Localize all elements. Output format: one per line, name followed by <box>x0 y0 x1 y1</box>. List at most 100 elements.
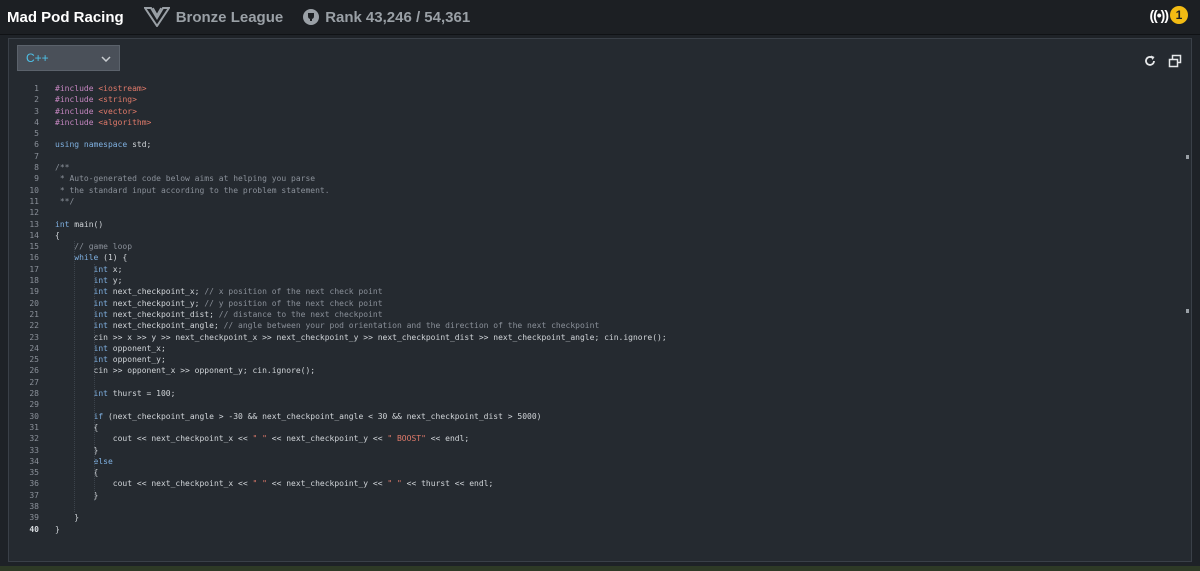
code-token: #include <box>55 117 99 127</box>
code-line[interactable]: 2 #include <string> <box>9 94 1179 105</box>
code-token: { <box>55 422 99 432</box>
code-line[interactable]: 26 cin >> opponent_x >> opponent_y; cin.… <box>9 365 1179 376</box>
line-number: 21 <box>29 309 39 319</box>
detach-editor-button[interactable] <box>1167 53 1183 69</box>
code-text: { <box>55 467 99 478</box>
code-line[interactable]: 8 /** <box>9 162 1179 173</box>
line-number: 17 <box>29 264 39 274</box>
code-token: // y position of the next check point <box>204 298 383 308</box>
code-line[interactable]: 33 } <box>9 445 1179 456</box>
broadcast-icon[interactable]: ((•)) <box>1149 7 1169 23</box>
code-line[interactable]: 16 while (1) { <box>9 252 1179 263</box>
line-number: 32 <box>29 434 39 444</box>
notifications[interactable]: ((•)) 1 <box>1149 6 1188 24</box>
code-line[interactable]: 13 int main() <box>9 219 1179 230</box>
code-line[interactable]: 7 <box>9 151 1179 162</box>
code-text: int next_checkpoint_dist; // distance to… <box>55 309 383 320</box>
code-text: #include <iostream> <box>55 83 147 94</box>
code-line[interactable]: 12 <box>9 207 1179 218</box>
line-number: 31 <box>29 422 39 432</box>
code-line[interactable]: 20 int next_checkpoint_y; // y position … <box>9 298 1179 309</box>
code-line[interactable]: 35 { <box>9 467 1179 478</box>
code-token: int <box>55 264 113 274</box>
code-line[interactable]: 9 * Auto-generated code below aims at he… <box>9 173 1179 184</box>
code-line[interactable]: 19 int next_checkpoint_x; // x position … <box>9 286 1179 297</box>
code-text: if (next_checkpoint_angle > -30 && next_… <box>55 411 542 422</box>
code-line[interactable]: 32 cout << next_checkpoint_x << " " << n… <box>9 433 1179 444</box>
line-number: 13 <box>29 219 39 229</box>
code-line[interactable]: 1 #include <iostream> <box>9 83 1179 94</box>
line-number: 14 <box>29 230 39 240</box>
external-window-icon <box>1168 54 1182 68</box>
code-line[interactable]: 6 using namespace std; <box>9 139 1179 150</box>
code-token: next_checkpoint_x; <box>112 287 205 297</box>
code-text: } <box>55 512 79 523</box>
line-number: 33 <box>29 445 39 455</box>
code-line[interactable]: 29 <box>9 399 1179 410</box>
code-line[interactable]: 21 int next_checkpoint_dist; // distance… <box>9 309 1179 320</box>
language-label: C++ <box>26 51 49 65</box>
code-line[interactable]: 18 int y; <box>9 275 1179 286</box>
line-number: 16 <box>29 253 39 263</box>
code-line[interactable]: 5 <box>9 128 1179 139</box>
code-line[interactable]: 22 int next_checkpoint_angle; // angle b… <box>9 320 1179 331</box>
line-number: 35 <box>29 468 39 478</box>
code-token: y; <box>112 276 123 286</box>
code-token: int <box>55 276 113 286</box>
code-line[interactable]: 39 } <box>9 512 1179 523</box>
code-token: opponent_x; <box>112 343 166 353</box>
code-token: } <box>55 445 99 455</box>
code-line[interactable]: 27 <box>9 377 1179 388</box>
code-token: " " <box>387 479 402 489</box>
code-token: /** <box>55 163 70 173</box>
code-token: // x position of the next check point <box>204 287 383 297</box>
code-line[interactable]: 17 int x; <box>9 264 1179 275</box>
code-line[interactable]: 23 cin >> x >> y >> next_checkpoint_x >>… <box>9 332 1179 343</box>
code-token: int <box>55 389 113 399</box>
code-text: } <box>55 524 60 535</box>
code-line[interactable]: 40} <box>9 524 1179 535</box>
code-line[interactable]: 10 * the standard input according to the… <box>9 185 1179 196</box>
code-line[interactable]: 31 { <box>9 422 1179 433</box>
code-line[interactable]: 11 **/ <box>9 196 1179 207</box>
code-text: int y; <box>55 275 123 286</box>
code-text: #include <vector> <box>55 106 137 117</box>
code-line[interactable]: 30 if (next_checkpoint_angle > -30 && ne… <box>9 411 1179 422</box>
code-text: cout << next_checkpoint_x << " " << next… <box>55 433 469 444</box>
notification-badge[interactable]: 1 <box>1170 6 1188 24</box>
code-line[interactable]: 25 int opponent_y; <box>9 354 1179 365</box>
code-line[interactable]: 15 // game loop <box>9 241 1179 252</box>
code-token: #include <box>55 84 99 93</box>
line-number: 40 <box>29 524 39 534</box>
code-line[interactable]: 37 } <box>9 490 1179 501</box>
line-number: 27 <box>29 377 39 387</box>
code-line[interactable]: 24 int opponent_x; <box>9 343 1179 354</box>
code-line[interactable]: 34 else <box>9 456 1179 467</box>
code-line[interactable]: 36 cout << next_checkpoint_x << " " << n… <box>9 478 1179 489</box>
editor-scrollbar[interactable] <box>1185 83 1191 553</box>
code-text: int x; <box>55 264 123 275</box>
code-line[interactable]: 38 <box>9 501 1179 512</box>
game-title[interactable]: Mad Pod Racing <box>7 9 124 26</box>
code-text: cin >> x >> y >> next_checkpoint_x >> ne… <box>55 332 667 343</box>
code-line[interactable]: 28 int thurst = 100; <box>9 388 1179 399</box>
line-number: 2 <box>34 95 39 105</box>
scroll-marker <box>1186 309 1189 313</box>
code-text: while (1) { <box>55 252 127 263</box>
code-area[interactable]: 1 #include <iostream> 2 #include <string> 3 #… <box>9 83 1179 553</box>
line-number: 15 <box>29 242 39 252</box>
language-select[interactable]: C++ <box>17 45 120 71</box>
code-line[interactable]: 3 #include <vector> <box>9 106 1179 117</box>
code-token: << next_checkpoint_y << <box>266 479 388 489</box>
line-number: 12 <box>29 208 39 218</box>
code-text: int main() <box>55 219 103 230</box>
code-token: **/ <box>55 196 75 206</box>
code-text: int thurst = 100; <box>55 388 176 399</box>
code-line[interactable]: 4 #include <algorithm> <box>9 117 1179 128</box>
code-token: << endl; <box>425 434 470 444</box>
code-line[interactable]: 14 { <box>9 230 1179 241</box>
league-name[interactable]: Bronze League <box>176 9 284 26</box>
code-token: int <box>55 343 113 353</box>
reset-code-button[interactable] <box>1142 53 1158 69</box>
code-token: // game loop <box>55 242 133 252</box>
